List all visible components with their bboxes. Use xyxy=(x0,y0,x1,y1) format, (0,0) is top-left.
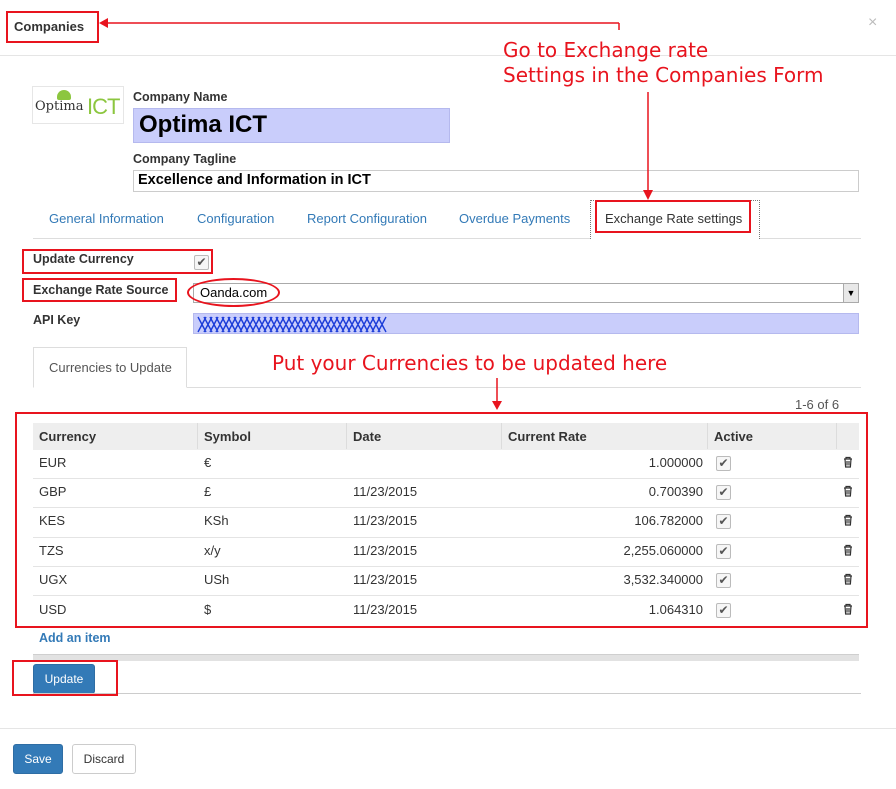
annotation-arrows-icon xyxy=(99,18,653,410)
